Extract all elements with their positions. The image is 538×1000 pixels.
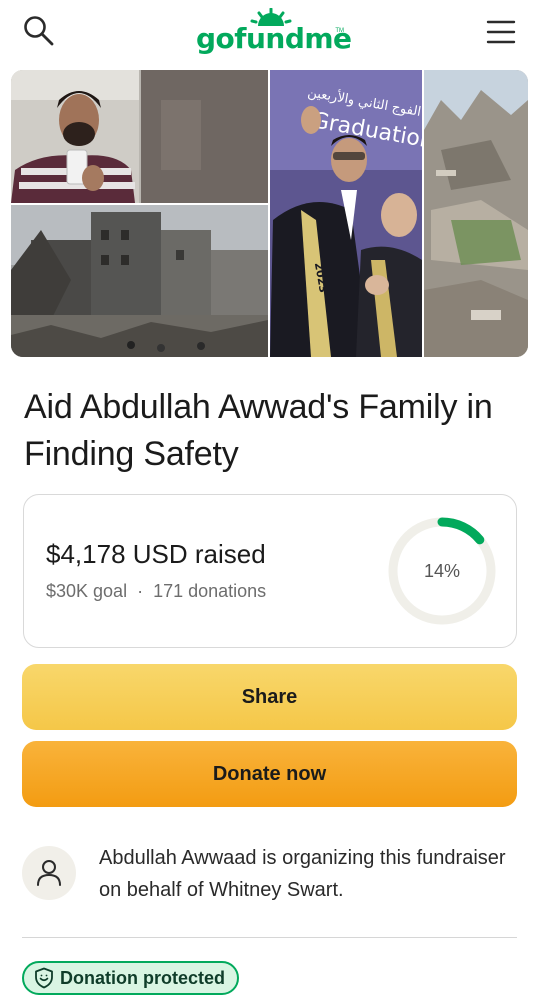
amount-raised: $4,178 USD raised [46,539,266,569]
goal-and-donations: $30K goal · 171 donations [46,581,266,602]
hamburger-menu-icon[interactable] [486,18,516,46]
graduation-photo: Graduation الفوج الثاني والأربعين 2023 [270,70,436,357]
destroyed-buildings-photo [424,70,528,357]
donation-count[interactable]: 171 donations [153,581,266,601]
rubble-photo [11,205,268,357]
separator-dot: · [137,581,144,601]
goal-amount: $30K goal [46,581,128,601]
user-icon [37,860,61,886]
organizer-text: Abdullah Awwaad is organizing this fundr… [99,847,506,901]
donation-stats-card: $4,178 USD raised $30K goal · 171 donation… [23,494,517,648]
logo-text: gofundme [196,22,352,55]
gofundme-logo[interactable]: gofundme TM [196,8,352,58]
logo-trademark: TM [335,28,344,34]
search-icon[interactable] [22,14,56,48]
shield-icon [35,967,53,989]
share-button[interactable]: Share [22,664,517,730]
campaign-photo-collage[interactable]: Graduation الفوج الثاني والأربعين 2023 [11,70,528,357]
badge-label: Donation protected [60,967,225,988]
campaign-title: Aid Abdullah Awwad's Family in Finding S… [24,388,493,473]
progress-percent: 14% [423,561,461,581]
header: gofundme TM [0,0,538,66]
donate-now-button[interactable]: Donate now [22,741,517,807]
selfie-photo [11,70,268,203]
divider [22,937,517,938]
donation-protected-badge[interactable]: Donation protected [22,961,239,995]
avatar[interactable] [22,846,76,900]
organizer-info: Abdullah Awwaad is organizing this fundr… [22,842,522,912]
